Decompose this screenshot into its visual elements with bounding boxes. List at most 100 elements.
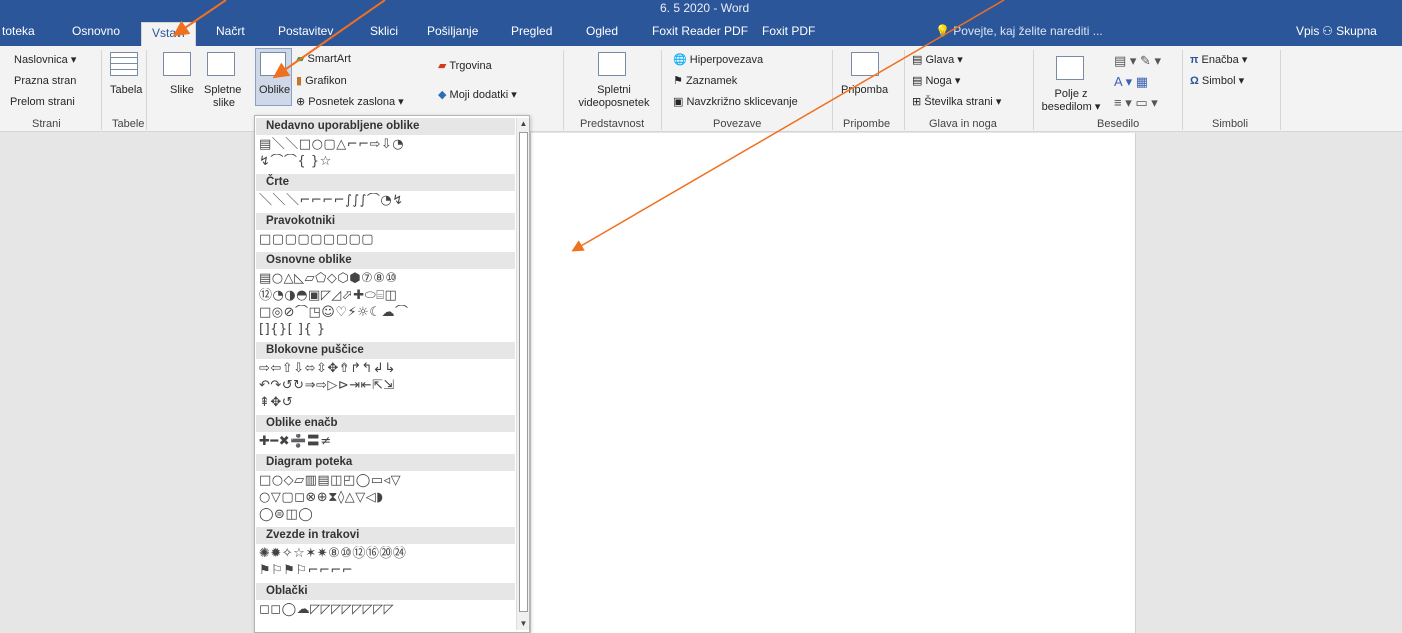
shape-row[interactable]: ▤○△◺▱⬠◇⬡⬢⑦⑧⑩ xyxy=(259,271,514,287)
shape-row[interactable]: ◯⊜◫◯ xyxy=(259,507,514,523)
tab-file[interactable]: toteka xyxy=(2,24,35,38)
tell-me-text: Povejte, kaj želite narediti ... xyxy=(953,24,1103,38)
chart-label: Grafikon xyxy=(305,75,347,87)
shape-row[interactable]: ⑫◔◑◓▣◸◿⬀✚⬭⌸◫ xyxy=(259,288,514,304)
text-box-label-1: Polje z xyxy=(1054,88,1088,100)
shape-row[interactable]: ↯⌒⌒{ }☆ xyxy=(259,154,514,170)
tab-home[interactable]: Osnovno xyxy=(72,24,120,38)
footer-button[interactable]: ▤ Noga ▾ xyxy=(912,75,960,88)
share-button[interactable]: ⚇ Skupna xyxy=(1322,24,1377,38)
shape-row[interactable]: □○◇▱▥▤◫◰◯▭◃▽ xyxy=(259,473,514,489)
page-number-label: Številka strani xyxy=(924,96,993,108)
comment-button[interactable]: Pripomba xyxy=(841,84,888,97)
shape-row[interactable]: □◎⊘⌒◳☺♡⚡☼☾☁⌒ xyxy=(259,305,514,321)
gallery-scrollbar[interactable]: ▲ ▼ xyxy=(516,118,529,630)
equation-button[interactable]: π Enačba ▾ xyxy=(1190,54,1247,67)
tab-layout[interactable]: Postavitev xyxy=(278,24,333,38)
tab-foxit-reader-pdf[interactable]: Foxit Reader PDF xyxy=(652,24,748,38)
tab-references[interactable]: Sklici xyxy=(370,24,398,38)
group-label-symbols: Simboli xyxy=(1212,118,1249,130)
screenshot-button[interactable]: ⊕ Posnetek zaslona ▾ xyxy=(296,96,404,109)
smartart-button[interactable]: ▰ SmartArt xyxy=(296,53,351,66)
page-number-icon: ⊞ xyxy=(912,96,922,108)
group-separator xyxy=(904,50,905,130)
shape-row[interactable]: □▢▢▢▢▢▢▢▢ xyxy=(259,232,514,248)
my-addins-button[interactable]: ◆ Moji dodatki ▾ xyxy=(438,89,517,102)
online-video-label-1: Spletni xyxy=(597,84,631,96)
tab-view[interactable]: Ogled xyxy=(586,24,618,38)
bookmark-button[interactable]: ⚑ Zaznamek xyxy=(673,75,737,88)
tab-mailings[interactable]: Pošiljanje xyxy=(427,24,478,38)
gallery-section-header: Oblački xyxy=(256,583,515,600)
group-separator xyxy=(661,50,662,130)
gallery-section-header: Oblike enačb xyxy=(256,415,515,432)
chart-button[interactable]: ▮ Grafikon xyxy=(296,75,347,88)
ribbon-insert: Naslovnica ▾ Prazna stran Prelom strani … xyxy=(0,46,1402,132)
wordart-icon[interactable]: A ▾ ▦ xyxy=(1114,75,1148,88)
group-label-tables: Tabele xyxy=(112,118,145,130)
shape-row[interactable]: ⇨⇦⇧⇩⬄⇳✥⇮↱↰↲↳ xyxy=(259,361,514,377)
text-box-button[interactable]: Polje z besedilom ▾ xyxy=(1040,88,1102,114)
table-icon xyxy=(110,52,138,76)
group-separator xyxy=(1280,50,1281,130)
shape-row[interactable]: ✚━✖➗〓≠ xyxy=(259,434,514,450)
shape-row[interactable]: ▤＼＼□○▢△⌐⌐⇨⇩◔ xyxy=(259,137,514,153)
shape-row[interactable]: ⚑⚐⚑⚐⌐⌐⌐⌐ xyxy=(259,563,514,579)
omega-icon: Ω xyxy=(1190,75,1199,87)
document-page[interactable] xyxy=(530,133,1136,633)
cross-reference-button[interactable]: ▣ Navzkrižno sklicevanje xyxy=(673,96,798,109)
gallery-section-header: Črte xyxy=(256,174,515,191)
tab-design[interactable]: Načrt xyxy=(216,24,245,38)
dropcap-icon[interactable]: ≡ ▾ ▭ ▾ xyxy=(1114,96,1158,109)
blank-page-button[interactable]: Prazna stran xyxy=(14,75,76,88)
group-label-header-footer: Glava in noga xyxy=(929,118,997,130)
gallery-section-header: Pravokotniki xyxy=(256,213,515,230)
footer-icon: ▤ xyxy=(912,75,923,87)
tab-foxit-pdf[interactable]: Foxit PDF xyxy=(762,24,815,38)
shapes-button[interactable]: Oblike xyxy=(259,84,290,97)
group-separator xyxy=(832,50,833,130)
cross-reference-label: Navzkrižno sklicevanje xyxy=(686,96,798,108)
scroll-up-icon[interactable]: ▲ xyxy=(518,118,529,129)
tab-insert[interactable]: Vstavi xyxy=(141,22,196,46)
hyperlink-label: Hiperpovezava xyxy=(689,54,764,66)
online-pictures-label-2: slike xyxy=(213,97,236,109)
shape-row[interactable]: ◻◻◯☁◸◸◸◸◸◸◸◸ xyxy=(259,602,514,618)
footer-label: Noga xyxy=(925,75,952,87)
shape-row[interactable]: ✺✹✧☆✶✷⑧⑩⑫⑯⑳㉔ xyxy=(259,546,514,562)
symbol-button[interactable]: Ω Simbol ▾ xyxy=(1190,75,1244,88)
page-number-button[interactable]: ⊞ Številka strani ▾ xyxy=(912,96,1001,109)
gallery-section-header: Zvezde in trakovi xyxy=(256,527,515,544)
gallery-section-header: Blokovne puščice xyxy=(256,342,515,359)
picture-icon xyxy=(163,52,191,76)
window-title: 6. 5 2020 - Word xyxy=(660,1,750,15)
scroll-down-icon[interactable]: ▼ xyxy=(518,618,529,629)
shape-row[interactable]: ↶↷↺↻⇒⇨▷⊳⇥⇤⇱⇲ xyxy=(259,378,514,394)
my-addins-label: Moji dodatki xyxy=(449,89,509,101)
shape-row[interactable]: ＼＼＼⌐⌐⌐⌐∫∫∫⌒◔↯ xyxy=(259,193,514,209)
header-icon: ▤ xyxy=(912,54,923,66)
page-break-button[interactable]: Prelom strani xyxy=(10,96,75,109)
sign-in-link[interactable]: Vpis xyxy=(1296,24,1319,38)
tab-review[interactable]: Pregled xyxy=(511,24,552,38)
shape-row[interactable]: ○▽▢◻⊗⊕⧗◊△▽◁◗ xyxy=(259,490,514,506)
quick-parts-icon[interactable]: ▤ ▾ ✎ ▾ xyxy=(1114,54,1161,67)
header-button[interactable]: ▤ Glava ▾ xyxy=(912,54,963,67)
shape-row[interactable]: ⇞✥↺ xyxy=(259,395,514,411)
online-pictures-button[interactable]: Spletne slike xyxy=(204,84,241,110)
shapes-gallery[interactable]: Nedavno uporabljene oblike ▤＼＼□○▢△⌐⌐⇨⇩◔ ↯⌒… xyxy=(254,115,530,633)
video-icon xyxy=(598,52,626,76)
group-separator xyxy=(1182,50,1183,130)
scroll-thumb[interactable] xyxy=(519,132,528,612)
store-button[interactable]: ▰ Trgovina xyxy=(438,60,492,73)
screenshot-label: Posnetek zaslona xyxy=(308,96,396,108)
tell-me-box[interactable]: 💡 Povejte, kaj želite narediti ... xyxy=(935,24,1103,38)
online-video-button[interactable]: Spletni videoposnetek xyxy=(571,84,657,110)
hyperlink-button[interactable]: 🌐 Hiperpovezava xyxy=(673,54,763,67)
pictures-button[interactable]: Slike xyxy=(170,84,194,97)
cover-page-button[interactable]: Naslovnica ▾ xyxy=(14,54,76,67)
table-button[interactable]: Tabela xyxy=(110,84,142,97)
share-label: Skupna xyxy=(1336,24,1377,38)
shape-row[interactable]: []{}[ ]{ } xyxy=(259,322,514,338)
group-label-comments: Pripombe xyxy=(843,118,891,130)
